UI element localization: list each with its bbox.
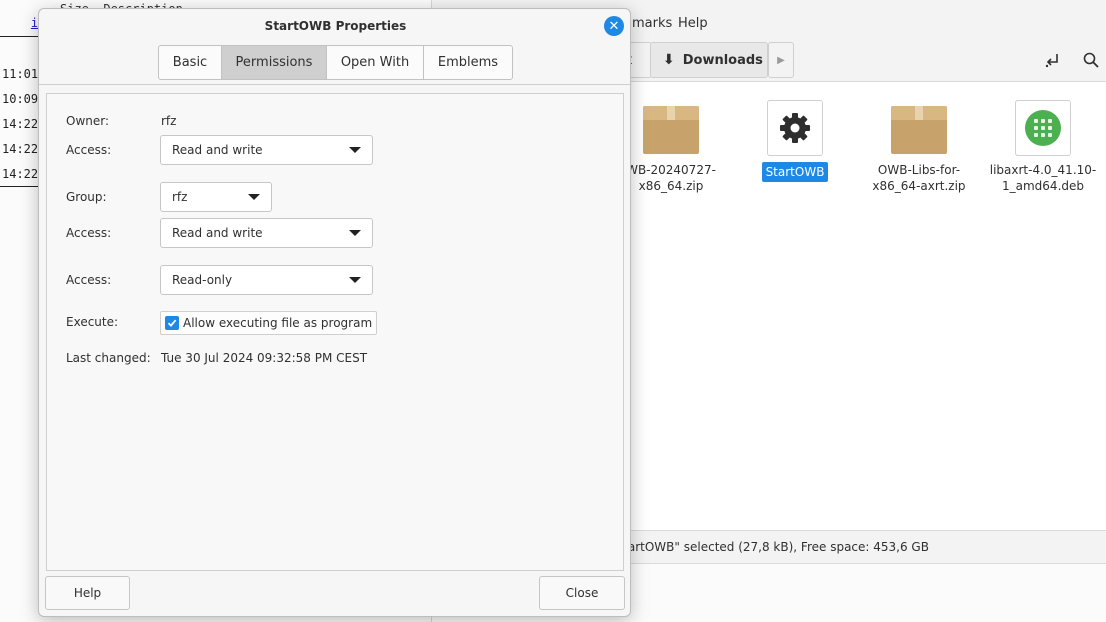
group-value: rfz [172, 190, 188, 204]
execute-label: Execute: [66, 315, 119, 329]
menu-help[interactable]: Help [678, 16, 708, 31]
tab-emblems[interactable]: Emblems [424, 46, 512, 79]
tab-basic[interactable]: Basic [159, 46, 222, 79]
time-cell: 10:09 [2, 92, 39, 106]
chevron-down-icon [349, 277, 361, 283]
archive-box-icon [643, 106, 699, 154]
file-item[interactable]: libaxrt-4.0_41.10- 1_amd64.deb [978, 100, 1106, 194]
file-name-selected: StartOWB [761, 162, 829, 182]
properties-dialog: StartOWB Properties ✕ Basic Permissions … [38, 8, 632, 617]
gear-icon [767, 100, 823, 156]
search-icon[interactable] [1082, 51, 1100, 74]
tab-bar: Basic Permissions Open With Emblems [158, 45, 513, 80]
group-access-dropdown[interactable]: Read and write [160, 218, 373, 248]
execute-checkbox-row[interactable]: Allow executing file as program [160, 311, 378, 335]
help-button[interactable]: Help [45, 576, 130, 610]
tab-divider [39, 84, 632, 85]
tab-permissions[interactable]: Permissions [222, 46, 327, 79]
time-cell: 14:22 [2, 142, 39, 156]
breadcrumb-next-button[interactable]: ▶ [768, 42, 794, 78]
chevron-down-icon [349, 230, 361, 236]
others-access-value: Read-only [172, 273, 233, 287]
owner-label: Owner: [66, 114, 110, 128]
execute-checkbox-label: Allow executing file as program [183, 316, 373, 330]
breadcrumb-downloads[interactable]: ⬇ Downloads [650, 42, 768, 78]
chevron-down-icon [349, 147, 361, 153]
deb-package-icon [1015, 100, 1071, 156]
owner-value: rfz [161, 114, 177, 128]
archive-box-icon [891, 106, 947, 154]
file-name-line: x86_64-axrt.zip [872, 179, 966, 193]
file-item-selected[interactable]: StartOWB [730, 100, 860, 182]
time-column: 11:01 10:09 14:22 14:22 14:22 [2, 65, 38, 190]
file-name-line: 1_amd64.deb [1002, 179, 1084, 193]
last-changed-value: Tue 30 Jul 2024 09:32:58 PM CEST [161, 351, 368, 365]
others-access-label: Access: [66, 273, 112, 287]
owner-access-dropdown[interactable]: Read and write [160, 135, 373, 165]
time-cell: 14:22 [2, 117, 39, 131]
open-location-icon[interactable] [1044, 51, 1062, 74]
tab-open-with[interactable]: Open With [327, 46, 424, 79]
breadcrumb-downloads-label: Downloads [682, 52, 763, 68]
group-access-value: Read and write [172, 226, 263, 240]
group-access-label: Access: [66, 226, 112, 240]
file-name-line: libaxrt-4.0_41.10- [989, 163, 1097, 177]
close-button[interactable]: Close [539, 576, 625, 610]
last-changed-label: Last changed: [66, 351, 151, 365]
owner-access-value: Read and write [172, 143, 263, 157]
file-item[interactable]: OWB-Libs-for- x86_64-axrt.zip [854, 100, 984, 194]
download-arrow-icon: ⬇ [663, 52, 675, 68]
close-icon[interactable]: ✕ [604, 16, 624, 36]
execute-checkbox[interactable] [165, 316, 179, 330]
file-name-line: OWB-Libs-for- [877, 163, 961, 177]
menu-bookmarks[interactable]: marks [632, 16, 672, 31]
time-cell: 11:01 [2, 67, 39, 81]
group-label: Group: [66, 190, 107, 204]
chevron-down-icon [248, 194, 260, 200]
others-access-dropdown[interactable]: Read-only [160, 265, 373, 295]
group-dropdown[interactable]: rfz [160, 182, 272, 212]
permissions-panel: Owner: rfz Access: Read and write Group:… [46, 93, 624, 571]
dialog-title: StartOWB Properties [264, 19, 407, 33]
owner-access-label: Access: [66, 143, 112, 157]
